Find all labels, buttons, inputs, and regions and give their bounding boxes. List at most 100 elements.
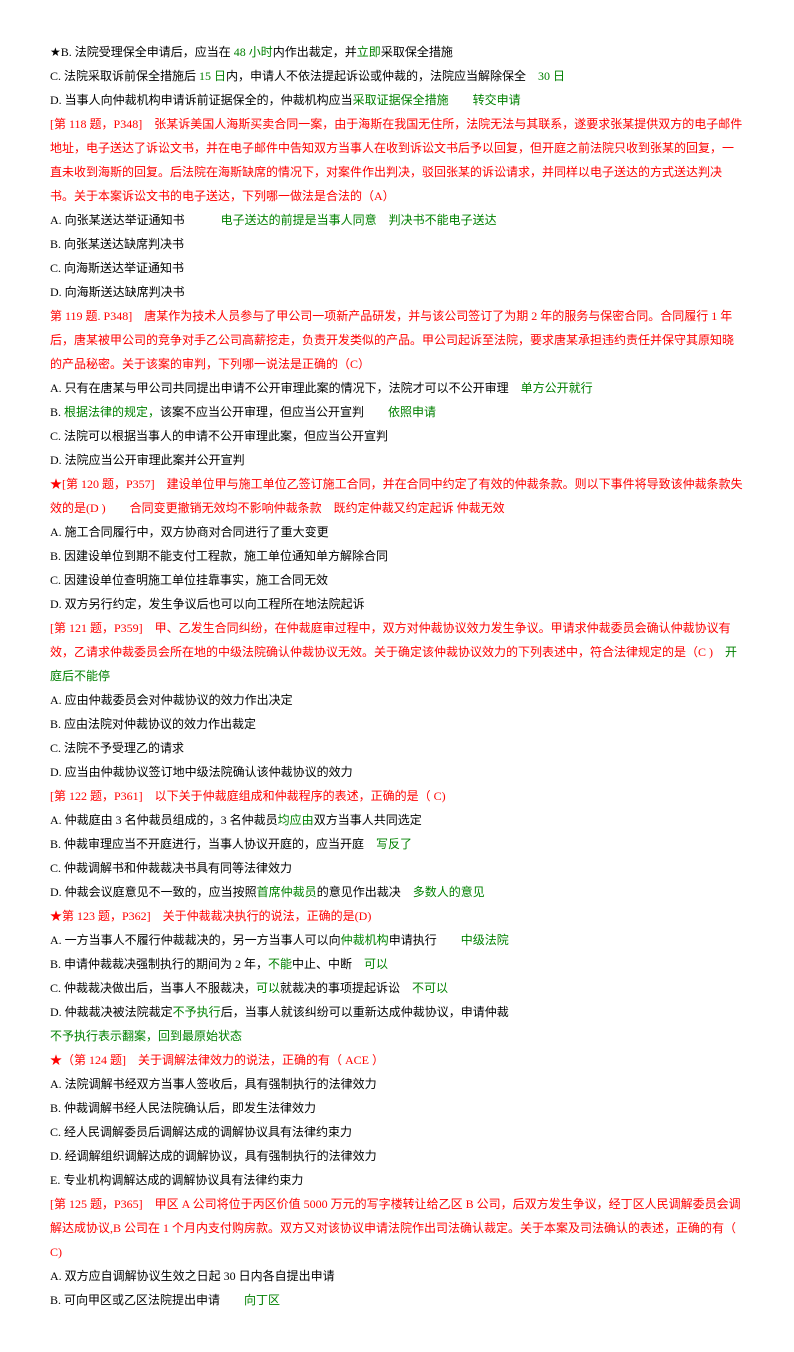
text-segment: C. 向海斯送达举证通知书 bbox=[50, 261, 184, 275]
text-line: ★（第 124 题] 关于调解法律效力的说法，正确的有（ ACE ） bbox=[50, 1048, 744, 1072]
text-segment: D. 向海斯送达缺席判决书 bbox=[50, 285, 185, 299]
text-segment: D. 应当由仲裁协议签订地中级法院确认该仲裁协议的效力 bbox=[50, 765, 353, 779]
text-line: A. 只有在唐某与甲公司共同提出申请不公开审理此案的情况下，法院才可以不公开审理… bbox=[50, 376, 744, 400]
text-line: A. 一方当事人不履行仲裁裁决的，另一方当事人可以向仲裁机构申请执行 中级法院 bbox=[50, 928, 744, 952]
text-segment: D. 当事人向仲裁机构申请诉前证据保全的，仲裁机构应当 bbox=[50, 93, 353, 107]
text-line: ★第 123 题，P362] 关于仲裁裁决执行的说法，正确的是(D) bbox=[50, 904, 744, 928]
text-line: D. 经调解组织调解达成的调解协议，具有强制执行的法律效力 bbox=[50, 1144, 744, 1168]
text-segment: ★[第 120 题，P357] 建设单位甲与施工单位乙签订施工合同，并在合同中约… bbox=[50, 477, 743, 515]
text-segment: B. 仲裁调解书经人民法院确认后，即发生法律效力 bbox=[50, 1101, 316, 1115]
text-segment: 中止、中断 bbox=[292, 957, 364, 971]
text-line: B. 可向甲区或乙区法院提出申请 向丁区 bbox=[50, 1288, 744, 1312]
text-line: E. 专业机构调解达成的调解协议具有法律约束力 bbox=[50, 1168, 744, 1192]
text-segment: [第 122 题，P361] 以下关于仲裁庭组成和仲裁程序的表述，正确的是（ C… bbox=[50, 789, 446, 803]
text-line: C. 因建设单位查明施工单位挂靠事实，施工合同无效 bbox=[50, 568, 744, 592]
text-segment: B. 向张某送达缺席判决书 bbox=[50, 237, 184, 251]
text-segment: D. 双方另行约定，发生争议后也可以向工程所在地法院起诉 bbox=[50, 597, 365, 611]
text-segment: 申请执行 bbox=[389, 933, 461, 947]
text-segment: A. 双方应自调解协议生效之日起 30 日内各自提出申请 bbox=[50, 1269, 335, 1283]
text-segment: A. 仲裁庭由 3 名仲裁员组成的，3 名仲裁员 bbox=[50, 813, 278, 827]
text-segment: D. 仲裁会议庭意见不一致的，应当按照 bbox=[50, 885, 257, 899]
text-segment: 向丁区 bbox=[244, 1293, 280, 1307]
text-segment: A. 向张某送达举证通知书 bbox=[50, 213, 221, 227]
text-line: B. 仲裁审理应当不开庭进行，当事人协议开庭的，应当开庭 写反了 bbox=[50, 832, 744, 856]
text-segment: ★（第 124 题] 关于调解法律效力的说法，正确的有（ ACE ） bbox=[50, 1053, 384, 1067]
text-segment: C. 法院可以根据当事人的申请不公开审理此案，但应当公开宣判 bbox=[50, 429, 388, 443]
text-segment: ★B. 法院受理保全申请后，应当在 bbox=[50, 45, 234, 59]
text-line: ★[第 120 题，P357] 建设单位甲与施工单位乙签订施工合同，并在合同中约… bbox=[50, 472, 744, 520]
text-line: A. 仲裁庭由 3 名仲裁员组成的，3 名仲裁员均应由双方当事人共同选定 bbox=[50, 808, 744, 832]
text-segment: C. 仲裁调解书和仲裁裁决书具有同等法律效力 bbox=[50, 861, 292, 875]
text-segment: B. bbox=[50, 405, 64, 419]
text-segment: 仲裁机构 bbox=[341, 933, 389, 947]
text-line: C. 经人民调解委员后调解达成的调解协议具有法律约束力 bbox=[50, 1120, 744, 1144]
text-segment: D. 经调解组织调解达成的调解协议，具有强制执行的法律效力 bbox=[50, 1149, 377, 1163]
text-segment: 不可以 bbox=[412, 981, 448, 995]
text-line: B. 根据法律的规定，该案不应当公开审理，但应当公开宣判 依照申请 bbox=[50, 400, 744, 424]
text-line: 第 119 题. P348] 唐某作为技术人员参与了甲公司一项新产品研发，并与该… bbox=[50, 304, 744, 376]
text-segment: B. 申请仲裁裁决强制执行的期间为 2 年， bbox=[50, 957, 268, 971]
text-segment: ★第 123 题，P362] 关于仲裁裁决执行的说法，正确的是(D) bbox=[50, 909, 371, 923]
text-segment: 30 日 bbox=[538, 69, 565, 83]
text-line: [第 118 题，P348] 张某诉美国人海斯买卖合同一案，由于海斯在我国无住所… bbox=[50, 112, 744, 208]
text-segment: 唐某作为技术人员参与了甲公司一项新产品研发，并与该公司签订了为期 2 年的服务与… bbox=[50, 309, 734, 371]
text-line: B. 应由法院对仲裁协议的效力作出裁定 bbox=[50, 712, 744, 736]
text-segment: A. 只有在唐某与甲公司共同提出申请不公开审理此案的情况下，法院才可以不公开审理 bbox=[50, 381, 521, 395]
text-segment: 的意见作出裁决 bbox=[317, 885, 413, 899]
text-segment: [第 125 题，P365] 甲区 A 公司将位于丙区价值 5000 万元的写字… bbox=[50, 1197, 741, 1259]
text-line: A. 向张某送达举证通知书 电子送达的前提是当事人同意 判决书不能电子送达 bbox=[50, 208, 744, 232]
text-segment: [第 118 题，P348] 张某诉美国人海斯买卖合同一案，由于海斯在我国无住所… bbox=[50, 117, 742, 203]
text-segment: E. 专业机构调解达成的调解协议具有法律约束力 bbox=[50, 1173, 303, 1187]
text-line: ★B. 法院受理保全申请后，应当在 48 小时内作出裁定，并立即采取保全措施 bbox=[50, 40, 744, 64]
text-line: D. 仲裁裁决被法院裁定不予执行后，当事人就该纠纷可以重新达成仲裁协议，申请仲裁 bbox=[50, 1000, 744, 1024]
text-line: C. 仲裁裁决做出后，当事人不服裁决，可以就裁决的事项提起诉讼 不可以 bbox=[50, 976, 744, 1000]
text-line: A. 法院调解书经双方当事人签收后，具有强制执行的法律效力 bbox=[50, 1072, 744, 1096]
text-line: D. 仲裁会议庭意见不一致的，应当按照首席仲裁员的意见作出裁决 多数人的意见 bbox=[50, 880, 744, 904]
text-segment: 立即 bbox=[357, 45, 381, 59]
text-line: [第 122 题，P361] 以下关于仲裁庭组成和仲裁程序的表述，正确的是（ C… bbox=[50, 784, 744, 808]
text-line: B. 申请仲裁裁决强制执行的期间为 2 年，不能中止、中断 可以 bbox=[50, 952, 744, 976]
text-segment: [第 121 题，P359] 甲、乙发生合同纠纷，在仲裁庭审过程中，双方对仲裁协… bbox=[50, 621, 731, 659]
text-line: A. 双方应自调解协议生效之日起 30 日内各自提出申请 bbox=[50, 1264, 744, 1288]
text-segment: 采取证据保全措施 转交申请 bbox=[353, 93, 521, 107]
text-segment: 内作出裁定，并 bbox=[273, 45, 357, 59]
text-line: [第 125 题，P365] 甲区 A 公司将位于丙区价值 5000 万元的写字… bbox=[50, 1192, 744, 1264]
text-line: D. 法院应当公开审理此案并公开宣判 bbox=[50, 448, 744, 472]
text-segment: 就裁决的事项提起诉讼 bbox=[280, 981, 412, 995]
text-segment: B. 应由法院对仲裁协议的效力作出裁定 bbox=[50, 717, 256, 731]
text-line: B. 因建设单位到期不能支付工程款，施工单位通知单方解除合同 bbox=[50, 544, 744, 568]
text-segment: 均应由 bbox=[278, 813, 314, 827]
text-segment: 后，当事人就该纠纷可以重新达成仲裁协议，申请仲裁 bbox=[221, 1005, 509, 1019]
text-segment: 不予执行 bbox=[173, 1005, 221, 1019]
text-line: D. 双方另行约定，发生争议后也可以向工程所在地法院起诉 bbox=[50, 592, 744, 616]
text-segment: D. 仲裁裁决被法院裁定 bbox=[50, 1005, 173, 1019]
text-segment: 双方当事人共同选定 bbox=[314, 813, 422, 827]
text-segment: B. 仲裁审理应当不开庭进行，当事人协议开庭的，应当开庭 bbox=[50, 837, 376, 851]
text-segment: A. 应由仲裁委员会对仲裁协议的效力作出决定 bbox=[50, 693, 293, 707]
document-body: ★B. 法院受理保全申请后，应当在 48 小时内作出裁定，并立即采取保全措施 C.… bbox=[50, 40, 744, 1312]
text-segment: A. 法院调解书经双方当事人签收后，具有强制执行的法律效力 bbox=[50, 1077, 377, 1091]
text-segment: 采取保全措施 bbox=[381, 45, 453, 59]
text-segment: A. 施工合同履行中，双方协商对合同进行了重大变更 bbox=[50, 525, 329, 539]
text-line: D. 向海斯送达缺席判决书 bbox=[50, 280, 744, 304]
text-segment: B. 因建设单位到期不能支付工程款，施工单位通知单方解除合同 bbox=[50, 549, 388, 563]
text-segment: 首席仲裁员 bbox=[257, 885, 317, 899]
text-line: B. 向张某送达缺席判决书 bbox=[50, 232, 744, 256]
text-segment: C. 经人民调解委员后调解达成的调解协议具有法律约束力 bbox=[50, 1125, 352, 1139]
text-segment: C. 仲裁裁决做出后，当事人不服裁决， bbox=[50, 981, 256, 995]
text-line: C. 仲裁调解书和仲裁裁决书具有同等法律效力 bbox=[50, 856, 744, 880]
text-segment: 该案不应当公开审理，但应当公开宣判 bbox=[160, 405, 388, 419]
text-line: [第 121 题，P359] 甲、乙发生合同纠纷，在仲裁庭审过程中，双方对仲裁协… bbox=[50, 616, 744, 688]
text-segment: 不能 bbox=[268, 957, 292, 971]
text-segment: D. 法院应当公开审理此案并公开宣判 bbox=[50, 453, 245, 467]
text-segment: 内，申请人不依法提起诉讼或仲裁的，法院应当解除保全 bbox=[226, 69, 538, 83]
text-line: C. 法院不予受理乙的请求 bbox=[50, 736, 744, 760]
text-segment: B. 可向甲区或乙区法院提出申请 bbox=[50, 1293, 244, 1307]
text-segment: 电子送达的前提是当事人同意 判决书不能电子送达 bbox=[221, 213, 497, 227]
text-segment: C. 因建设单位查明施工单位挂靠事实，施工合同无效 bbox=[50, 573, 328, 587]
text-segment: 可以 bbox=[364, 957, 388, 971]
text-segment: 可以 bbox=[256, 981, 280, 995]
text-line: D. 应当由仲裁协议签订地中级法院确认该仲裁协议的效力 bbox=[50, 760, 744, 784]
text-line: A. 应由仲裁委员会对仲裁协议的效力作出决定 bbox=[50, 688, 744, 712]
text-line: C. 法院可以根据当事人的申请不公开审理此案，但应当公开宣判 bbox=[50, 424, 744, 448]
